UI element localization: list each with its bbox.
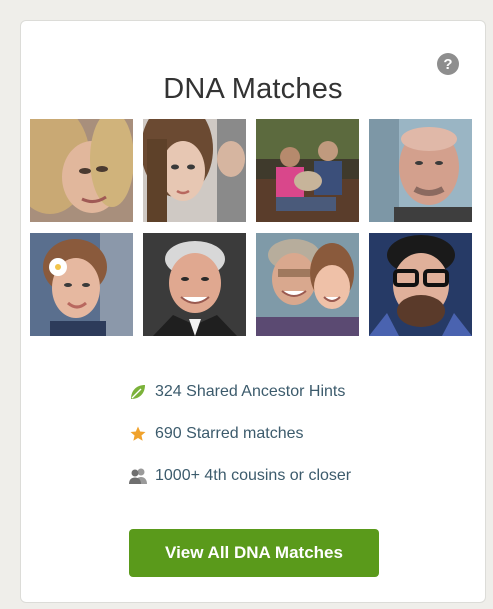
match-photo-3[interactable] — [256, 119, 359, 222]
cousins-link[interactable]: 1000+ 4th cousins or closer — [127, 465, 351, 487]
match-photo-grid — [30, 119, 472, 336]
match-photo-1[interactable] — [30, 119, 133, 222]
starred-matches-link[interactable]: 690 Starred matches — [127, 423, 351, 445]
cousins-label: 1000+ 4th cousins or closer — [155, 467, 352, 484]
help-icon[interactable]: ? — [437, 53, 459, 75]
shared-ancestor-hints-link[interactable]: 324 Shared Ancestor Hints — [127, 381, 351, 403]
match-photo-7[interactable] — [256, 233, 359, 336]
match-photo-8[interactable] — [369, 233, 472, 336]
card-title: DNA Matches — [163, 73, 343, 105]
dna-matches-card: DNA Matches ? 324 Shared Ancestor Hints … — [20, 20, 486, 603]
match-photo-5[interactable] — [30, 233, 133, 336]
match-photo-6[interactable] — [143, 233, 246, 336]
star-icon — [127, 423, 149, 445]
people-icon — [127, 465, 149, 487]
match-stats-list: 324 Shared Ancestor Hints 690 Starred ma… — [127, 381, 351, 507]
leaf-icon — [127, 381, 149, 403]
match-photo-2[interactable] — [143, 119, 246, 222]
match-photo-4[interactable] — [369, 119, 472, 222]
shared-ancestor-hints-label: 324 Shared Ancestor Hints — [155, 383, 346, 400]
starred-matches-label: 690 Starred matches — [155, 425, 304, 442]
view-all-dna-matches-button[interactable]: View All DNA Matches — [129, 529, 379, 577]
